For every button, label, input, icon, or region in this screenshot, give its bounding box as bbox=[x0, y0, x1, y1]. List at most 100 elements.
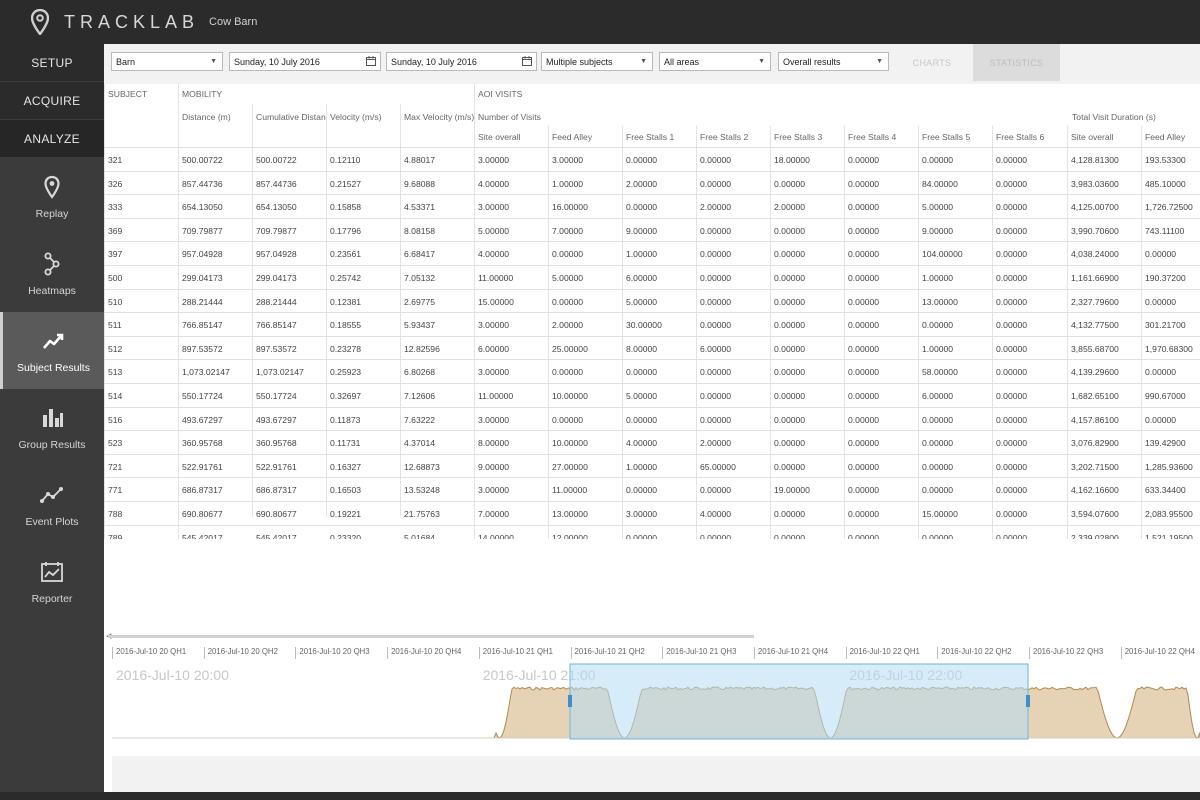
tab-charts[interactable]: CHARTS bbox=[892, 44, 972, 81]
table-divider bbox=[918, 126, 919, 539]
table-cell: 5.93437 bbox=[404, 320, 436, 331]
table-row[interactable]: 788 690.80677 690.80677 0.19221 21.75763 7.00… bbox=[104, 502, 1200, 526]
table-cell: 1.00000 bbox=[552, 178, 584, 189]
table-divider bbox=[548, 126, 549, 539]
table-cell: 0.00000 bbox=[774, 343, 806, 354]
timeline-scroll-track[interactable] bbox=[112, 756, 1200, 792]
subjects-select-value: Multiple subjects bbox=[546, 56, 613, 67]
table-cell: 0.00000 bbox=[848, 509, 880, 519]
table-cell: 4,157.86100 bbox=[1071, 414, 1119, 425]
table-divider bbox=[696, 126, 697, 539]
table-cell: 0.00000 bbox=[626, 367, 658, 378]
table-cell: 0.00000 bbox=[922, 155, 954, 165]
table-cell: 0.32697 bbox=[330, 391, 362, 401]
table-cell: 299.04173 bbox=[256, 273, 297, 283]
table-divider bbox=[400, 104, 401, 517]
table-cell: 2.00000 bbox=[774, 202, 806, 213]
table-cell: 5.00000 bbox=[552, 273, 584, 283]
table-cell: 0.00000 bbox=[922, 414, 954, 425]
table-row[interactable]: 514 550.17724 550.17724 0.32697 7.12606 11.00… bbox=[104, 384, 1200, 408]
start-date-picker[interactable]: Sunday, 10 July 2016 bbox=[229, 52, 381, 71]
tab-statistics[interactable]: STATISTICS bbox=[973, 44, 1060, 81]
horizontal-scrollbar[interactable] bbox=[108, 635, 754, 638]
subject-id-cell: 397 bbox=[108, 249, 123, 260]
chevron-down-icon: ▼ bbox=[758, 58, 765, 65]
table-row[interactable]: 369 709.79877 709.79877 0.17796 8.08158 5.000… bbox=[104, 219, 1200, 243]
table-row[interactable]: 326 857.44736 857.44736 0.21527 9.68088 4.000… bbox=[104, 172, 1200, 196]
workflow-nav: SETUP ACQUIRE ANALYZE bbox=[0, 44, 104, 158]
table-cell: 13.53248 bbox=[404, 485, 440, 496]
table-cell: 2.00000 bbox=[552, 320, 584, 331]
table-row[interactable]: 721 522.91761 522.91761 0.16327 12.68873 9.00… bbox=[104, 455, 1200, 479]
results-select[interactable]: Overall results ▼ bbox=[778, 52, 889, 71]
areas-select[interactable]: All areas ▼ bbox=[659, 52, 771, 71]
table-cell: 0.00000 bbox=[996, 461, 1028, 472]
sidebar-item-group-results[interactable]: Group Results bbox=[0, 389, 104, 466]
workflow-acquire-button[interactable]: ACQUIRE bbox=[0, 82, 104, 120]
subject-id-cell: 513 bbox=[108, 367, 123, 378]
table-row[interactable]: 333 654.13050 654.13050 0.15858 4.53371 3.000… bbox=[104, 195, 1200, 219]
workflow-setup-button[interactable]: SETUP bbox=[0, 44, 104, 82]
areas-select-value: All areas bbox=[664, 56, 700, 67]
table-row[interactable]: 397 957.04928 957.04928 0.23561 6.68417 4.000… bbox=[104, 242, 1200, 266]
arena-select[interactable]: Barn ▼ bbox=[111, 52, 223, 71]
table-cell: 493.67297 bbox=[256, 414, 297, 425]
table-cell: 0.00000 bbox=[552, 367, 584, 378]
table-row[interactable]: 771 686.87317 686.87317 0.16503 13.53248 3.00… bbox=[104, 478, 1200, 502]
workflow-analyze-button[interactable]: ANALYZE bbox=[0, 120, 104, 158]
app-name: TRACKLAB bbox=[64, 11, 200, 32]
table-cell: 13.00000 bbox=[552, 509, 588, 519]
table-cell: 0.00000 bbox=[626, 485, 658, 496]
sidebar-item-heatmaps[interactable]: Heatmaps bbox=[0, 235, 104, 312]
table-cell: 1,161.66900 bbox=[1071, 273, 1119, 283]
table-cell: 0.00000 bbox=[848, 461, 880, 472]
table-cell: 3,990.70600 bbox=[1071, 225, 1119, 236]
table-cell: 0.00000 bbox=[552, 296, 584, 307]
table-row[interactable]: 513 1,073.02147 1,073.02147 0.25923 6.80268 3… bbox=[104, 360, 1200, 384]
table-cell: 690.80677 bbox=[182, 509, 223, 519]
table-cell: 7.12606 bbox=[404, 391, 436, 401]
table-cell: 12.68873 bbox=[404, 461, 440, 472]
table-row[interactable]: 512 897.53572 897.53572 0.23278 12.82596 6.00… bbox=[104, 337, 1200, 361]
table-row[interactable]: 789 545.42017 545.42017 0.23320 5.01684 14.00… bbox=[104, 526, 1200, 539]
subject-id-cell: 721 bbox=[108, 461, 123, 472]
table-row[interactable]: 511 766.85147 766.85147 0.18555 5.93437 3.000… bbox=[104, 313, 1200, 337]
sidebar-item-reporter[interactable]: Reporter bbox=[0, 543, 104, 620]
table-cell: 0.00000 bbox=[774, 296, 806, 307]
table-cell: 0.00000 bbox=[848, 320, 880, 331]
table-cell: 3.00000 bbox=[552, 155, 584, 165]
table-cell: 1,285.93600 bbox=[1145, 461, 1193, 472]
table-cell: 360.95768 bbox=[182, 438, 223, 449]
sidebar-item-subject-results[interactable]: Subject Results bbox=[0, 312, 104, 389]
table-divider bbox=[770, 126, 771, 539]
table-row[interactable]: 523 360.95768 360.95768 0.11731 4.37014 8.000… bbox=[104, 431, 1200, 455]
table-cell: 897.53572 bbox=[182, 343, 223, 354]
end-date-picker[interactable]: Sunday, 10 July 2016 bbox=[386, 52, 537, 71]
selection-right-handle[interactable] bbox=[1026, 695, 1030, 707]
time-selection-window[interactable] bbox=[569, 663, 1029, 740]
table-cell: 9.00000 bbox=[626, 225, 658, 236]
table-cell: 299.04173 bbox=[182, 273, 223, 283]
table-row[interactable]: 500 299.04173 299.04173 0.25742 7.05132 11.00… bbox=[104, 266, 1200, 290]
table-cell: 0.23320 bbox=[330, 532, 362, 539]
table-row[interactable]: 516 493.67297 493.67297 0.11873 7.63222 3.000… bbox=[104, 408, 1200, 432]
sidebar-item-replay[interactable]: Replay bbox=[0, 158, 104, 235]
table-cell: 0.00000 bbox=[996, 485, 1028, 496]
table-cell: 0.00000 bbox=[996, 296, 1028, 307]
table-row[interactable]: 321 500.00722 500.00722 0.12110 4.88017 3.000… bbox=[104, 148, 1200, 172]
table-row[interactable]: 510 288.21444 288.21444 0.12381 2.69775 15.00… bbox=[104, 290, 1200, 314]
table-cell: 0.00000 bbox=[700, 414, 732, 425]
table-cell: 690.80677 bbox=[256, 509, 297, 519]
table-cell: 6.00000 bbox=[626, 273, 658, 283]
filter-toolbar: Barn ▼ Sunday, 10 July 2016 Sunday, 10 J… bbox=[104, 44, 1200, 84]
table-cell: 0.00000 bbox=[774, 249, 806, 260]
table-divider bbox=[326, 104, 327, 517]
selection-left-handle[interactable] bbox=[568, 695, 572, 707]
table-cell: 15.00000 bbox=[478, 296, 514, 307]
table-cell: 13.00000 bbox=[922, 296, 958, 307]
subjects-select[interactable]: Multiple subjects ▼ bbox=[541, 52, 653, 71]
subject-id-cell: 333 bbox=[108, 202, 123, 213]
sidebar-item-event-plots[interactable]: Event Plots bbox=[0, 466, 104, 543]
table-cell: 0.00000 bbox=[1145, 296, 1177, 307]
table-cell: 0.00000 bbox=[996, 509, 1028, 519]
